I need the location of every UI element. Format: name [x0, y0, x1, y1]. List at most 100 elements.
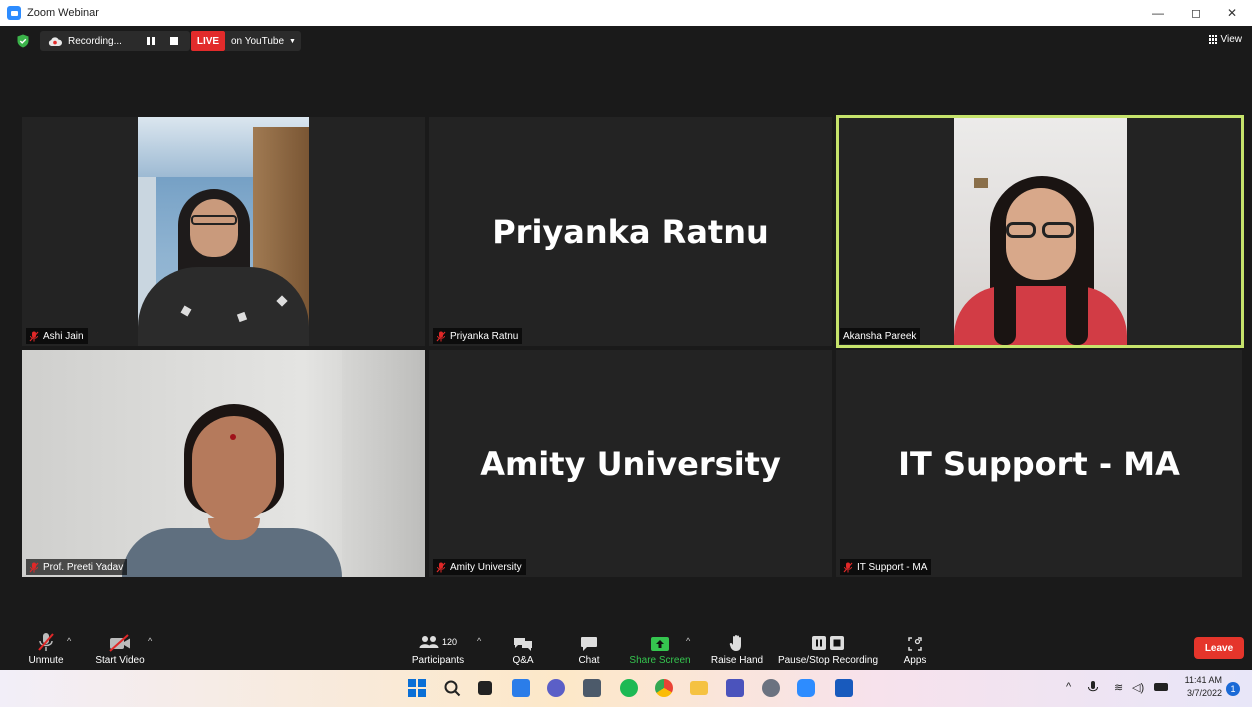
qa-label: Q&A — [512, 655, 534, 666]
security-shield-icon[interactable] — [16, 34, 30, 48]
volume-icon[interactable]: ◁) — [1132, 681, 1144, 694]
start-video-label: Start Video — [95, 655, 145, 666]
microphone-icon[interactable] — [1086, 680, 1100, 696]
calculator-icon[interactable] — [583, 679, 601, 697]
close-button[interactable]: ✕ — [1214, 0, 1250, 26]
windows-start-icon[interactable] — [408, 679, 426, 697]
chrome-icon[interactable] — [655, 679, 673, 697]
system-clock-time[interactable]: 11:41 AM — [1178, 675, 1222, 685]
qa-button[interactable]: Q&A — [508, 632, 538, 666]
participant-display-name: IT Support - MA — [898, 444, 1180, 483]
share-screen-icon — [651, 637, 669, 651]
muted-mic-icon — [29, 331, 39, 341]
teams-chat-icon[interactable] — [547, 679, 565, 697]
zoom-taskbar-icon[interactable] — [797, 679, 815, 697]
participant-name-label: Amity University — [433, 559, 526, 575]
wifi-icon[interactable]: ≋ — [1114, 681, 1123, 694]
participants-label: Participants — [411, 655, 465, 666]
system-clock-date[interactable]: 3/7/2022 — [1178, 688, 1222, 698]
notification-badge[interactable]: 1 — [1226, 682, 1240, 696]
view-button[interactable]: View — [1208, 34, 1243, 45]
livestream-target-label: on YouTube — [231, 35, 285, 47]
stop-recording-icon[interactable] — [170, 37, 178, 45]
file-explorer-icon[interactable] — [690, 681, 708, 695]
muted-mic-icon — [29, 562, 39, 572]
participants-options-caret[interactable]: ^ — [477, 636, 481, 646]
apps-button[interactable]: Apps — [900, 632, 930, 666]
raise-hand-label: Raise Hand — [710, 655, 764, 666]
unmute-label: Unmute — [28, 655, 64, 666]
chevron-down-icon: ▼ — [289, 37, 296, 45]
restore-button[interactable]: ◻ — [1178, 0, 1214, 26]
participant-name: Prof. Preeti Yadav — [43, 561, 124, 573]
settings-gear-icon[interactable] — [762, 679, 780, 697]
participant-name: Amity University — [450, 561, 522, 573]
participant-name-label: Priyanka Ratnu — [433, 328, 523, 344]
participants-icon — [419, 636, 439, 648]
chat-label: Chat — [578, 655, 600, 666]
share-screen-button[interactable]: Share Screen — [629, 632, 691, 666]
pause-stop-recording-label: Pause/Stop Recording — [777, 655, 879, 666]
raise-hand-button[interactable]: Raise Hand — [710, 632, 764, 666]
chat-icon — [581, 637, 597, 651]
meeting-top-bar: Recording... LIVE on YouTube ▼ View — [0, 26, 1252, 58]
video-options-caret[interactable]: ^ — [148, 636, 152, 646]
participant-name: Ashi Jain — [43, 330, 84, 342]
apps-label: Apps — [903, 655, 927, 666]
window-title: Zoom Webinar — [27, 7, 99, 19]
search-icon[interactable] — [443, 679, 461, 697]
teams-icon[interactable] — [726, 679, 744, 697]
muted-mic-icon — [436, 331, 446, 341]
participant-name: Priyanka Ratnu — [450, 330, 519, 342]
grid-view-icon — [1208, 35, 1218, 44]
raise-hand-icon — [729, 635, 741, 651]
recording-indicator[interactable]: Recording... — [40, 31, 190, 51]
participant-name-label: Prof. Preeti Yadav — [26, 559, 128, 575]
participant-name-label: IT Support - MA — [840, 559, 932, 575]
video-tile-prof-preeti-yadav[interactable]: Prof. Preeti Yadav — [22, 350, 425, 577]
zoom-webinar-window: Zoom Webinar — ◻ ✕ Recording... LIVE on … — [0, 0, 1252, 707]
participant-count: 120 — [441, 637, 458, 647]
video-tile-akansha-pareek[interactable]: Akansha Pareek — [836, 115, 1244, 348]
battery-icon[interactable] — [1154, 683, 1168, 691]
video-tile-it-support-ma[interactable]: IT Support - MA IT Support - MA — [836, 350, 1242, 577]
show-hidden-icons-chevron[interactable]: ^ — [1066, 681, 1071, 693]
leave-button[interactable]: Leave — [1194, 637, 1244, 659]
unmute-button[interactable]: Unmute — [24, 632, 68, 666]
participant-video — [22, 350, 425, 577]
share-screen-label: Share Screen — [629, 655, 691, 666]
video-tile-amity-university[interactable]: Amity University Amity University — [429, 350, 832, 577]
share-options-caret[interactable]: ^ — [686, 636, 690, 646]
livestream-target-dropdown[interactable]: on YouTube ▼ — [225, 31, 301, 51]
participant-name: Akansha Pareek — [843, 330, 917, 342]
participants-button[interactable]: 120 Participants — [410, 632, 466, 666]
muted-mic-icon — [38, 633, 54, 651]
participant-display-name: Priyanka Ratnu — [492, 212, 769, 251]
word-icon[interactable] — [835, 679, 853, 697]
window-title-bar: Zoom Webinar — ◻ ✕ — [0, 0, 1252, 26]
minimize-button[interactable]: — — [1140, 0, 1176, 26]
participant-video — [138, 117, 309, 346]
pause-recording-icon[interactable] — [147, 37, 155, 45]
participant-display-name: Amity University — [480, 444, 781, 483]
qa-icon — [514, 638, 532, 651]
apps-icon — [908, 637, 922, 651]
start-video-button[interactable]: Start Video — [92, 632, 148, 666]
video-off-icon — [109, 634, 130, 652]
muted-mic-icon — [436, 562, 446, 572]
video-tile-ashi-jain[interactable]: Ashi Jain — [22, 117, 425, 346]
live-badge: LIVE — [191, 31, 225, 51]
meeting-controls-toolbar: Unmute ^ Start Video ^ 120 Participants … — [0, 628, 1252, 670]
widgets-icon[interactable] — [512, 679, 530, 697]
spotify-icon[interactable] — [620, 679, 638, 697]
muted-mic-icon — [843, 562, 853, 572]
view-label: View — [1220, 34, 1243, 45]
audio-options-caret[interactable]: ^ — [67, 636, 71, 646]
chat-button[interactable]: Chat — [574, 632, 604, 666]
task-view-icon[interactable] — [478, 681, 492, 695]
participant-name-label: Akansha Pareek — [840, 328, 921, 344]
zoom-app-icon — [7, 6, 21, 20]
participant-name-label: Ashi Jain — [26, 328, 88, 344]
video-tile-priyanka-ratnu[interactable]: Priyanka Ratnu Priyanka Ratnu — [429, 117, 832, 346]
pause-stop-recording-button[interactable]: Pause/Stop Recording — [776, 632, 880, 666]
